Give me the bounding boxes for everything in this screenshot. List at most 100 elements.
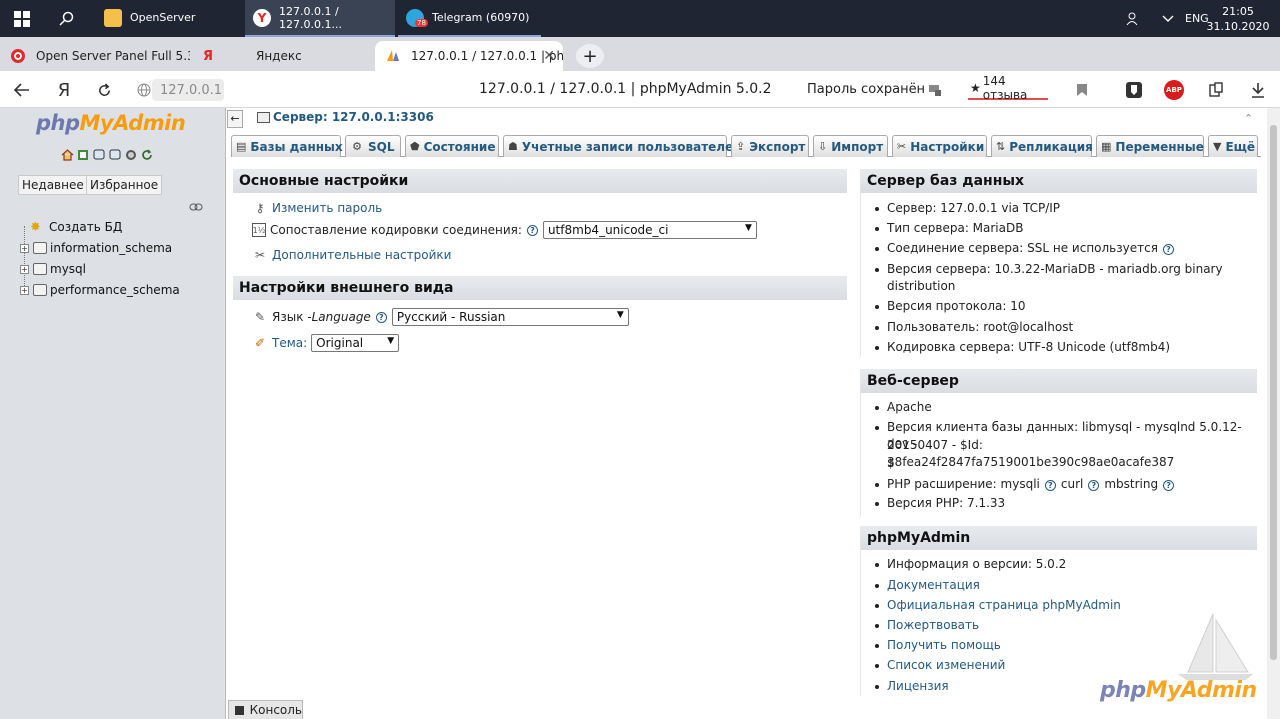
- telegram-badge: 78: [415, 18, 428, 27]
- expand-icon[interactable]: +: [20, 264, 29, 274]
- server-top-menu: ▤ Базы данных ⚙ SQL ⬟ Состояние ☗ Учетные за…: [231, 135, 1261, 157]
- yandex-home-button[interactable]: Я: [53, 79, 75, 101]
- tree-item-information-schema[interactable]: + information_schema: [20, 239, 172, 257]
- key-icon[interactable]: [924, 79, 946, 101]
- shield-extension-icon[interactable]: [1123, 79, 1145, 101]
- language-select[interactable]: Русский - Russian ▼: [391, 308, 629, 326]
- taskbar-app-telegram[interactable]: 78 Telegram (60970): [398, 0, 541, 37]
- pma-link-item[interactable]: Получить помощь: [875, 637, 1001, 654]
- pma-link-item[interactable]: Список изменений: [874, 657, 1005, 674]
- pma-link-item[interactable]: Лицензия: [875, 678, 949, 695]
- windows-logo-icon: [14, 10, 30, 27]
- url-host-field[interactable]: 127.0.0.1: [152, 79, 224, 101]
- tab-databases[interactable]: ▤ Базы данных: [231, 135, 343, 157]
- clock[interactable]: 21:05 31.10.2020: [1207, 0, 1270, 37]
- people-icon[interactable]: [1126, 0, 1140, 37]
- server-breadcrumb[interactable]: Сервер: 127.0.0.1:3306: [257, 110, 434, 124]
- collation-select[interactable]: utf8mb4_unicode_ci ▼: [542, 221, 757, 239]
- favorite-tables-button[interactable]: Избранное: [86, 175, 163, 195]
- download-icon[interactable]: [1247, 79, 1269, 101]
- link-chain-icon[interactable]: [189, 201, 203, 214]
- chevron-down-icon: ▼: [387, 336, 395, 346]
- expand-icon[interactable]: +: [20, 243, 29, 253]
- tab-more[interactable]: ▼ Ещё: [1208, 135, 1258, 157]
- tab-export[interactable]: ⇪ Экспорт: [731, 135, 809, 157]
- documentation-link[interactable]: Документация: [887, 578, 980, 592]
- page-title[interactable]: 127.0.0.1 / 127.0.0.1 | phpMyAdmin 5.0.2: [479, 81, 772, 97]
- windows-start-button[interactable]: [0, 0, 44, 37]
- db-server-item: Тип сервера: MariaDB: [874, 221, 1024, 235]
- official-page-link[interactable]: Официальная страница phpMyAdmin: [887, 598, 1121, 612]
- donate-link[interactable]: Пожертвовать: [887, 618, 979, 632]
- tab-variables[interactable]: ▦ Переменные: [1096, 135, 1204, 157]
- adblock-icon[interactable]: ABP: [1163, 79, 1185, 101]
- tab-phpmyadmin[interactable]: 127.0.0.1 / 127.0.0.1 | ph ✕: [375, 41, 563, 71]
- tab-sql[interactable]: ⚙ SQL: [345, 135, 401, 157]
- database-icon: ▤: [236, 140, 247, 153]
- pma-link-item[interactable]: Документация: [875, 577, 980, 594]
- license-link[interactable]: Лицензия: [887, 679, 949, 693]
- docs-icon[interactable]: [108, 148, 122, 162]
- changelog-link[interactable]: Список изменений: [887, 658, 1005, 672]
- more-settings-link[interactable]: Дополнительные настройки: [272, 248, 451, 262]
- help-icon[interactable]: ?: [1088, 480, 1100, 491]
- tab-user-accounts[interactable]: ☗ Учетные записи пользователей: [503, 135, 742, 157]
- phpmyadmin-logo[interactable]: phpMyAdmin: [36, 111, 186, 135]
- taskbar-app-browser[interactable]: Y 127.0.0.1 / 127.0.0.1...: [245, 0, 395, 37]
- pma-link-item[interactable]: Официальная страница phpMyAdmin: [875, 597, 1121, 614]
- back-arrow-icon[interactable]: [11, 79, 33, 101]
- close-icon[interactable]: ✕: [543, 48, 555, 64]
- database-icon: [33, 263, 47, 275]
- help-icon[interactable]: ?: [1162, 244, 1174, 255]
- bookmark-icon[interactable]: [1071, 79, 1093, 101]
- expand-icon[interactable]: +: [20, 285, 29, 295]
- password-saved-label[interactable]: Пароль сохранён: [807, 82, 925, 97]
- console-toggle[interactable]: Консоль: [228, 700, 303, 719]
- exit-icon[interactable]: [76, 148, 90, 162]
- change-password-row[interactable]: ⚷ Изменить пароль: [252, 200, 383, 216]
- reviews-badge[interactable]: ★ 144 отзыва: [968, 74, 1048, 102]
- phpmyadmin-sail-icon: [385, 48, 401, 64]
- taskbar-app-openserver[interactable]: OpenServer: [96, 0, 242, 37]
- database-icon: [33, 284, 47, 296]
- reload-nav-icon[interactable]: [140, 148, 154, 162]
- tab-replication[interactable]: ⇅ Репликация: [991, 135, 1093, 157]
- db-server-item-continued: distribution: [887, 279, 956, 293]
- language-indicator[interactable]: ENG: [1185, 0, 1209, 37]
- tree-item-performance-schema[interactable]: + performance_schema: [20, 281, 180, 299]
- taskbar-search-button[interactable]: [52, 0, 82, 37]
- pma-link-item[interactable]: Пожертвовать: [874, 617, 979, 634]
- collation-row: 1½ Сопоставление кодировки соединения: ?…: [252, 221, 757, 239]
- tab-yandex[interactable]: Я Яндекс: [190, 41, 370, 71]
- scroll-to-top-icon[interactable]: ⌃: [1244, 112, 1253, 125]
- new-tab-button[interactable]: +: [576, 44, 604, 68]
- home-icon[interactable]: [60, 148, 74, 162]
- tree-item-create-db[interactable]: ✸ Создать БД: [30, 218, 122, 236]
- help-icon[interactable]: ?: [1163, 480, 1175, 491]
- chevron-up-icon[interactable]: [1162, 0, 1174, 37]
- reload-icon[interactable]: [93, 79, 115, 101]
- extension-icon[interactable]: [1205, 79, 1227, 101]
- theme-select[interactable]: Original ▼: [311, 334, 400, 352]
- tab-import[interactable]: ⇩ Импорт: [813, 135, 888, 157]
- help-icon[interactable]: ?: [375, 311, 387, 323]
- collation-icon: 1½: [252, 223, 266, 237]
- tree-item-mysql[interactable]: + mysql: [20, 260, 86, 278]
- tab-open-server-panel[interactable]: Open Server Panel Full 5.3.: [0, 41, 190, 71]
- settings-gears-icon[interactable]: [124, 148, 138, 162]
- get-help-link[interactable]: Получить помощь: [887, 638, 1001, 652]
- tab-status[interactable]: ⬟ Состояние: [405, 135, 499, 157]
- more-settings-row[interactable]: ✂ Дополнительные настройки: [252, 247, 451, 263]
- help-icon[interactable]: ?: [1044, 480, 1056, 491]
- collapse-navigation-button[interactable]: ←: [227, 110, 243, 128]
- scrollbar-thumb[interactable]: [1270, 125, 1277, 660]
- taskbar-app-label: Telegram (60970): [432, 11, 530, 24]
- recent-tables-button[interactable]: Недавнее: [18, 175, 88, 195]
- taskbar-app-label: 127.0.0.1 / 127.0.0.1...: [279, 4, 342, 31]
- sql-query-icon[interactable]: [92, 148, 106, 162]
- theme-link[interactable]: Тема:: [272, 336, 307, 350]
- help-icon[interactable]: ?: [526, 224, 538, 236]
- tab-settings[interactable]: ✂ Настройки: [892, 135, 987, 157]
- change-password-link[interactable]: Изменить пароль: [272, 201, 382, 215]
- appearance-settings-panel: Настройки внешнего вида: [233, 276, 847, 300]
